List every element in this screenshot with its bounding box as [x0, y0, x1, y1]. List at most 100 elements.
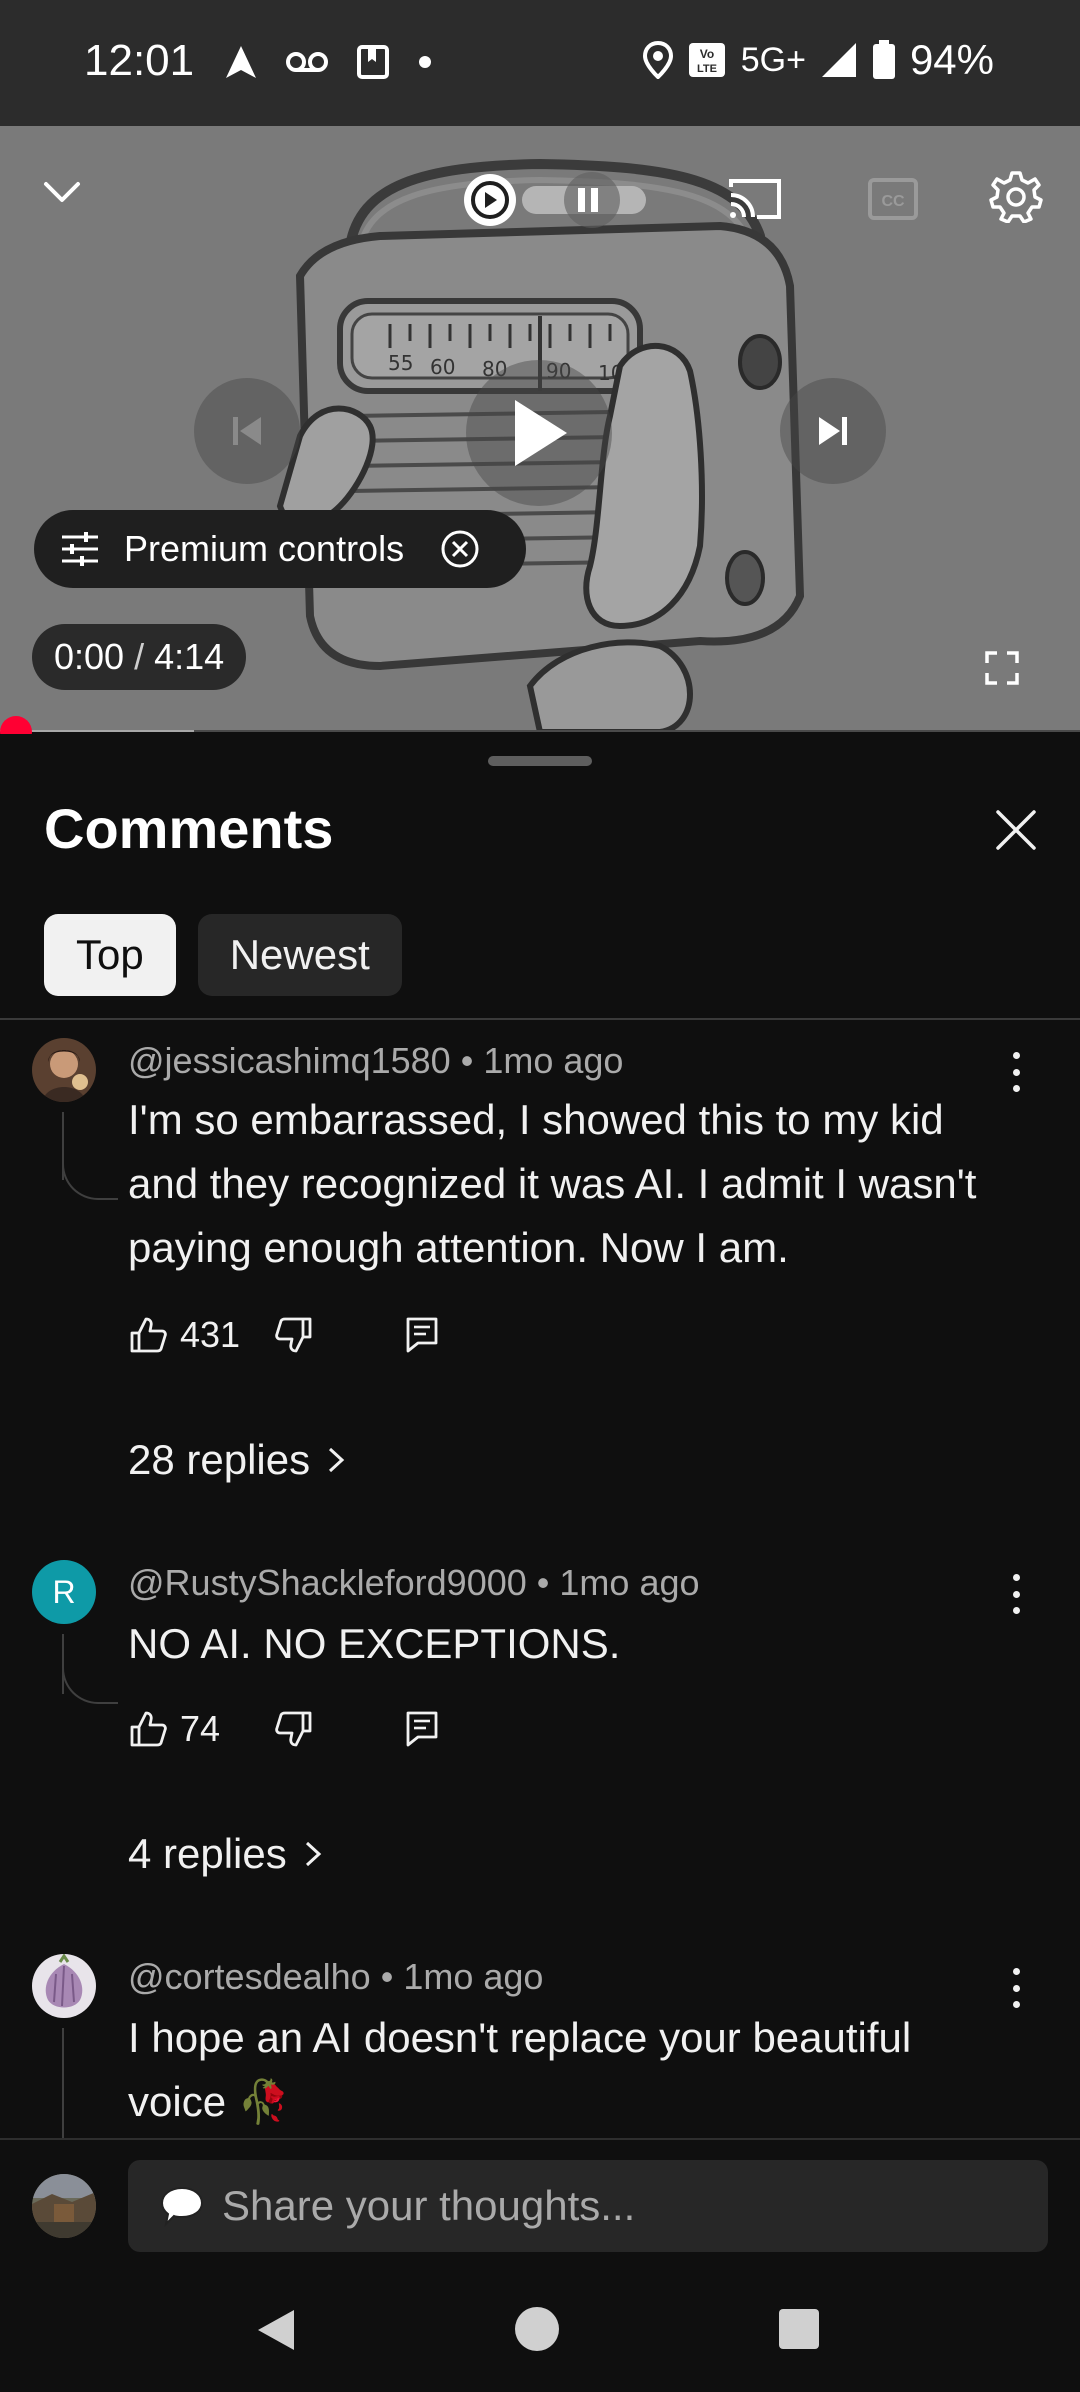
avatar[interactable]: R [32, 1560, 96, 1624]
play-icon [515, 400, 567, 466]
back-icon[interactable] [254, 2306, 298, 2354]
divider [0, 1018, 1080, 1020]
comment-author[interactable]: @jessicashimq1580 [128, 1040, 451, 1081]
meta-separator: • [460, 1040, 474, 1081]
speech-bubble-icon [160, 2186, 204, 2228]
comment-meta: @cortesdealho • 1mo ago [128, 1956, 543, 1998]
skip-previous-icon [233, 417, 261, 445]
reply-button[interactable] [404, 1315, 440, 1355]
duration: 4:14 [154, 636, 225, 677]
chevron-down-icon [44, 182, 80, 202]
meta-separator: • [536, 1562, 550, 1603]
replies-count: 28 replies [128, 1436, 311, 1483]
view-replies-button[interactable]: 28 replies [128, 1436, 348, 1484]
thumbs-down-icon [275, 1317, 312, 1353]
like-button[interactable]: 431 [128, 1314, 240, 1356]
location-icon [642, 41, 673, 79]
reply-icon [406, 1711, 438, 1747]
comment-actions: 74 [128, 1708, 440, 1750]
comment-menu-button[interactable] [1000, 1574, 1032, 1614]
recents-icon[interactable] [778, 2308, 820, 2350]
thread-curve [62, 1664, 118, 1704]
current-time: 0:00 [54, 636, 125, 677]
svg-text:CC: CC [881, 193, 905, 210]
thread-line [62, 2028, 64, 2138]
status-time: 12:01 [84, 36, 195, 85]
battery-percent: 94% [909, 36, 994, 83]
reply-button[interactable] [404, 1709, 440, 1749]
panel-title: Comments [44, 797, 334, 860]
skip-next-icon [819, 417, 847, 445]
reply-icon [406, 1317, 438, 1353]
captions-button[interactable]: CC [858, 164, 928, 234]
comment-menu-button[interactable] [1000, 1968, 1032, 2008]
avatar-image [32, 1038, 96, 1102]
close-icon [996, 810, 1036, 850]
comment-text: NO AI. NO EXCEPTIONS. [128, 1620, 621, 1667]
dislike-button[interactable] [274, 1315, 314, 1355]
avatar-image [32, 2174, 96, 2238]
chevron-right-icon [329, 1447, 345, 1473]
drag-handle[interactable] [488, 756, 592, 766]
premium-controls-chip[interactable]: Premium controls [34, 510, 526, 588]
previous-button[interactable] [194, 378, 300, 484]
fullscreen-button[interactable] [970, 636, 1034, 700]
minimize-button[interactable] [32, 162, 92, 222]
sort-tabs: Top Newest [44, 914, 402, 996]
tab-top[interactable]: Top [44, 914, 176, 996]
status-right-icons: Vo LTE 5G+ 94% [642, 36, 994, 84]
thumbs-up-icon [130, 1711, 167, 1747]
input-placeholder: Share your thoughts... [222, 2182, 636, 2229]
volte-icon: Vo LTE [688, 43, 725, 77]
book-icon [357, 45, 389, 79]
home-icon[interactable] [514, 2306, 560, 2352]
autoplay-toggle[interactable] [462, 164, 662, 234]
settings-button[interactable] [980, 160, 1052, 232]
close-comments-button[interactable] [990, 804, 1042, 856]
comments-panel: Comments Top Newest @jessicashimq1580 • … [0, 734, 1080, 2138]
meta-separator: • [380, 1956, 394, 1997]
next-button[interactable] [780, 378, 886, 484]
sliders-icon [62, 532, 98, 566]
comment-menu-button[interactable] [1000, 1052, 1032, 1092]
comment-input[interactable]: Share your thoughts... [128, 2160, 1048, 2252]
avatar[interactable] [32, 1038, 96, 1102]
thread-curve [62, 1160, 118, 1200]
autoplay-icon [464, 172, 646, 228]
video-player[interactable]: 55608090100 CC [0, 126, 1080, 732]
fullscreen-icon [985, 651, 1019, 685]
view-replies-button[interactable]: 4 replies [128, 1830, 325, 1878]
play-button[interactable] [466, 360, 612, 506]
comment-input-bar: Share your thoughts... [0, 2138, 1080, 2268]
captions-icon: CC [868, 178, 918, 220]
avatar[interactable] [32, 1954, 96, 2018]
comment-meta: @jessicashimq1580 • 1mo ago [128, 1040, 623, 1082]
signal-icon [821, 43, 856, 77]
comment-time: 1mo ago [559, 1562, 700, 1603]
battery-icon [872, 40, 895, 79]
premium-controls-label: Premium controls [124, 528, 405, 569]
thumbs-up-icon [130, 1317, 167, 1353]
close-circle-icon[interactable] [440, 529, 480, 569]
user-avatar[interactable] [32, 2174, 96, 2238]
dot-icon [419, 56, 431, 68]
comment-author[interactable]: @RustyShackleford9000 [128, 1562, 527, 1603]
replies-count: 4 replies [128, 1830, 287, 1877]
avatar-letter: R [52, 1573, 76, 1610]
svg-text:55: 55 [388, 351, 413, 375]
gear-icon [989, 171, 1043, 223]
comment-time: 1mo ago [403, 1956, 544, 1997]
dislike-button[interactable] [274, 1709, 314, 1749]
cast-icon [729, 179, 781, 219]
like-button[interactable]: 74 [128, 1708, 220, 1750]
cast-button[interactable] [720, 164, 790, 234]
system-nav-bar [0, 2268, 1080, 2392]
tab-newest[interactable]: Newest [197, 914, 402, 996]
chevron-right-icon [305, 1841, 321, 1867]
comment-author[interactable]: @cortesdealho [128, 1956, 371, 1997]
like-count: 431 [180, 1314, 241, 1355]
time-display: 0:00 / 4:14 [32, 624, 247, 690]
voicemail-icon [286, 52, 328, 72]
thumbs-down-icon [275, 1711, 312, 1747]
status-bar: 12:01 Vo LTE 5G+ 94% [0, 0, 1080, 126]
